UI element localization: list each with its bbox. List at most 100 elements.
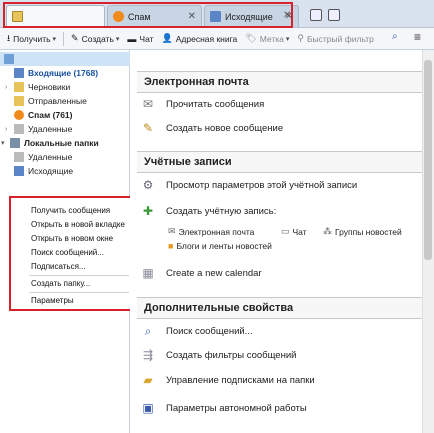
person-icon: 👤 — [161, 33, 173, 43]
menu-properties[interactable]: Параметры — [31, 296, 74, 305]
folder-local-outbox[interactable]: Исходящие — [0, 164, 130, 178]
create-chat-account-link[interactable]: ▭ Чат — [281, 226, 307, 237]
create-account-label: Создать учётную запись: — [166, 205, 277, 217]
menu-search-messages[interactable]: Поиск сообщений... — [31, 248, 104, 257]
folder-local-label: Локальные папки — [24, 138, 99, 148]
chevron-right-icon[interactable]: › — [5, 126, 14, 133]
spam-fire-icon — [14, 110, 24, 120]
create-filters-label: Создать фильтры сообщений — [166, 349, 297, 361]
menu-open-new-window[interactable]: Открыть в новом окне — [31, 234, 113, 243]
toolbar: ⭳ Получить ▾ ✎ Создать ▾ ▬ Чат 👤 Адресна… — [0, 28, 434, 50]
trash-icon — [14, 152, 24, 162]
tag-label: Метка — [259, 33, 284, 44]
filter-icon: ⇶ — [142, 348, 154, 362]
rss-feed-icon: ■ — [168, 241, 174, 251]
local-folders-icon — [10, 138, 20, 148]
folder-sent[interactable]: Отправленные — [0, 94, 130, 108]
download-icon: ⭳ — [7, 32, 11, 43]
folder-drafts-label: Черновики — [28, 82, 71, 92]
account-settings-label: Просмотр параметров этой учётной записи — [166, 179, 358, 191]
chevron-down-icon[interactable]: ▾ — [1, 139, 10, 147]
search-messages-link[interactable]: ⌕ Поиск сообщений... — [140, 323, 253, 339]
sub-email-label: Электронная почта — [178, 226, 255, 237]
add-account-icon: ✚ — [142, 204, 154, 218]
folder-sent-label: Отправленные — [28, 96, 87, 106]
scrollbar-thumb[interactable] — [424, 60, 432, 260]
menu-get-messages[interactable]: Получить сообщения — [31, 206, 110, 215]
addressbook-button[interactable]: 👤 Адресная книга — [158, 30, 242, 48]
advanced-section-header: Дополнительные свойства — [137, 297, 422, 319]
email-section-header: Электронная почта — [137, 71, 422, 93]
menu-subscribe[interactable]: Подписаться... — [31, 262, 86, 271]
drafts-icon — [14, 82, 24, 92]
create-button[interactable]: ✎ Создать ▾ — [67, 30, 123, 48]
sub-newsgroups-label: Группы новостей — [335, 226, 402, 237]
calendar-icon[interactable] — [310, 9, 322, 21]
folder-local-outbox-label: Исходящие — [28, 166, 74, 176]
create-email-account-link[interactable]: ✉ Электронная почта — [168, 226, 254, 237]
read-messages-link[interactable]: ✉ Прочитать сообщения — [140, 96, 264, 112]
compose-link[interactable]: ✎ Создать новое сообщение — [140, 120, 283, 136]
create-filters-link[interactable]: ⇶ Создать фильтры сообщений — [140, 347, 296, 363]
create-calendar-label: Create a new calendar — [166, 267, 262, 279]
search-icon: ⌕ — [144, 323, 152, 338]
folder-drafts[interactable]: › Черновики — [0, 80, 130, 94]
folder-local-trash-label: Удаленные — [28, 152, 73, 162]
newsgroups-icon: ⁂ — [323, 226, 332, 236]
menu-open-new-tab[interactable]: Открыть в новой вкладке — [31, 220, 125, 229]
menu-divider — [29, 275, 129, 276]
chevron-right-icon[interactable]: › — [5, 84, 14, 91]
create-label: Создать — [81, 33, 114, 44]
offline-computer-icon: ▣ — [142, 401, 154, 415]
compose-label: Создать новое сообщение — [166, 122, 284, 134]
create-newsgroup-account-link[interactable]: ⁂ Группы новостей — [323, 226, 402, 237]
create-calendar-link[interactable]: ▦ Create a new calendar — [140, 265, 262, 281]
inbox-icon — [14, 68, 24, 78]
tag-button[interactable]: 🏷 Метка ▾ — [241, 30, 293, 48]
folder-account[interactable] — [0, 52, 130, 66]
manage-subscriptions-link[interactable]: ▰ Управление подписками на папки — [140, 372, 315, 388]
gear-icon: ⚙ — [142, 178, 154, 192]
offline-settings-link[interactable]: ▣ Параметры автономной работы — [140, 400, 307, 416]
menu-icon[interactable]: ≡ — [414, 30, 421, 44]
envelope-icon: ✉ — [168, 226, 176, 236]
quick-filter-button[interactable]: ⚲ Быстрый фильтр — [293, 30, 377, 48]
account-settings-link[interactable]: ⚙ Просмотр параметров этой учётной запис… — [140, 177, 358, 193]
read-messages-label: Прочитать сообщения — [166, 98, 265, 110]
chevron-down-icon[interactable]: ▾ — [53, 35, 57, 43]
folder-local[interactable]: ▾ Локальные папки — [0, 136, 130, 150]
manage-subscriptions-label: Управление подписками на папки — [166, 374, 315, 386]
folder-inbox-label: Входящие (1768) — [28, 68, 99, 78]
search-messages-label: Поиск сообщений... — [166, 325, 253, 337]
chevron-down-icon[interactable]: ▾ — [116, 35, 120, 43]
calendar-icon: ▦ — [142, 266, 154, 280]
account-icon — [4, 54, 14, 64]
pencil-icon: ✎ — [71, 33, 79, 43]
addressbook-label: Адресная книга — [175, 33, 238, 44]
chat-bubble-icon: ▬ — [127, 33, 137, 44]
sent-icon — [14, 96, 24, 106]
envelope-icon: ✉ — [142, 97, 154, 111]
compose-pencil-icon: ✎ — [142, 121, 154, 135]
folder-inbox[interactable]: Входящие (1768) — [0, 66, 130, 80]
offline-settings-label: Параметры автономной работы — [166, 402, 307, 414]
get-messages-button[interactable]: ⭳ Получить ▾ — [3, 30, 60, 48]
menu-divider — [29, 292, 129, 293]
tag-icon: 🏷 — [245, 33, 257, 43]
filter-icon: ⚲ — [297, 33, 304, 43]
menu-new-folder[interactable]: Создать папку... — [31, 279, 90, 288]
tasks-icon[interactable] — [328, 9, 340, 21]
chevron-down-icon: ▾ — [285, 35, 290, 43]
tabs-highlight — [3, 2, 293, 28]
chat-button[interactable]: ▬ Чат — [123, 30, 157, 48]
folder-spam[interactable]: Спам (761) — [0, 108, 130, 122]
get-messages-label: Получить — [13, 33, 51, 44]
outbox-icon — [14, 166, 24, 176]
sub-chat-label: Чат — [292, 226, 307, 237]
folder-local-trash[interactable]: Удаленные — [0, 150, 130, 164]
folder-trash[interactable]: › Удаленные — [0, 122, 130, 136]
folder-spam-label: Спам (761) — [28, 110, 73, 120]
create-feed-account-link[interactable]: ■ Блоги и ленты новостей — [168, 241, 272, 251]
chat-label: Чат — [139, 33, 154, 44]
search-icon[interactable]: ⌕ — [392, 31, 398, 42]
